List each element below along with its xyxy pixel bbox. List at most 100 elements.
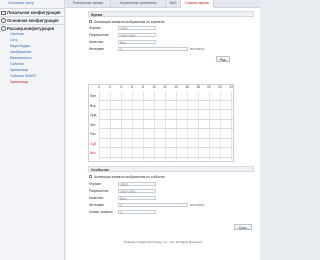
tab-snapshot[interactable]: Снимок экрана [181,0,214,8]
schedule-day-row[interactable] [99,109,233,110]
schedule-day-label: Пон [90,94,97,98]
schedule-hour-label: 8 [142,85,144,89]
edit-schedule-button[interactable]: Ред. [216,56,230,62]
interval-input[interactable]: 0 [118,46,188,52]
interval-label: Интервал [89,47,105,51]
chevron-right-icon: › [13,32,14,36]
schedule-panel-title: Время [88,11,254,17]
event-interval-input[interactable]: 0 [118,202,188,208]
event-format-select[interactable]: JPEG [118,181,156,187]
schedule-day-row[interactable] [99,99,233,101]
gear-icon [1,26,6,32]
gear-icon [1,18,6,24]
event-capture-label: Активация захвата изображения по событию [94,174,165,179]
event-quality-label: Качество [89,196,104,200]
quality-label: Качество [89,40,104,44]
schedule-day-label: Втр [90,103,96,108]
schedule-grid-vline [209,91,210,161]
sidebar-item-system[interactable]: › Система [10,32,24,38]
sidebar: Основные настр. Локальная конфигурация О… [0,0,65,260]
chevron-right-icon: › [13,50,14,54]
schedule-hour-label: 2 [109,85,111,89]
event-panel-title: Особытие [88,166,254,172]
schedule-grid-vline [99,91,100,161]
event-resolution-select[interactable]: 1920*1080 [118,188,156,194]
schedule-day-label: Пят [90,132,96,136]
sidebar-item-smart-events[interactable]: › События SMART [10,74,37,80]
chevron-right-icon: › [13,68,14,72]
schedule-day-label: Чет [90,122,96,127]
schedule-day-label: Вск [90,151,96,155]
event-format-label: Формат [89,182,102,186]
sidebar-section-advanced[interactable]: Расшир.конфигурация [1,25,54,32]
monitor-icon [1,10,6,16]
schedule-grid-vline [165,91,166,161]
interval-unit: миллисек. [190,47,206,51]
schedule-hour-label: 20 [207,85,211,89]
schedule-hour-label: 0 [98,85,100,89]
schedule-grid[interactable]: 0 2 4 6 8 10 12 14 16 18 20 22 24 Пон Втр Срд Чет Пят Суб В… [88,84,234,162]
schedule-day-label: Суб [90,141,97,146]
schedule-grid-vline [110,91,111,161]
chevron-right-icon: › [13,62,14,66]
sidebar-section-basic[interactable]: Основная конфигурация [1,17,59,24]
event-interval-label: Интервал [89,203,105,207]
schedule-day-row[interactable] [99,128,233,129]
tab-storage-management[interactable]: Управление хранением [111,0,166,7]
chevron-right-icon: › [13,44,14,48]
chevron-right-icon: › [13,38,14,42]
quality-select[interactable]: Выс. [118,39,156,45]
sidebar-item-events[interactable]: › События [10,62,24,68]
event-quality-select[interactable]: Выс. [118,195,156,201]
schedule-hour-label: 18 [196,85,200,89]
schedule-hour-label: 24 [229,85,233,89]
timing-capture-checkbox[interactable] [89,20,92,23]
schedule-hour-label: 10 [152,85,156,89]
schedule-hour-label: 14 [174,85,178,89]
resolution-select[interactable]: 1920*1080 [118,32,156,38]
sidebar-sub-basic[interactable]: Основные настр. [8,1,35,6]
schedule-grid-vline [231,91,232,161]
schedule-hour-label: 16 [185,85,189,89]
format-select[interactable]: JPEG [118,25,156,31]
sidebar-item-image[interactable]: › Изображение [10,50,31,56]
copyright-footer: ©Hikvision Digital Technology Co., Ltd. … [123,240,203,244]
event-resolution-label: Разрешение [89,189,109,193]
schedule-grid-vline [220,91,221,161]
chevron-right-icon: › [13,80,14,84]
schedule-grid-vline [198,91,199,161]
schedule-day-label: Срд [90,113,97,117]
schedule-hour-label: 12 [163,85,167,89]
timing-capture-label: Активация захвата изображения по времени [94,19,165,24]
schedule-grid-vline [132,91,133,161]
chevron-right-icon: › [13,74,14,78]
format-label: Формат [89,26,102,30]
tab-nas[interactable]: NAS [166,0,181,7]
tab-record-schedule[interactable]: Расписание записи [66,0,111,7]
schedule-day-row[interactable] [99,118,233,120]
schedule-grid-vline [143,91,144,161]
schedule-day-row[interactable] [99,137,233,139]
sidebar-item-network[interactable]: › Сеть [10,38,18,44]
sidebar-item-storage[interactable]: › Хранилище [10,68,28,74]
schedule-hour-label: 4 [120,85,122,89]
capture-number-select[interactable]: 4 [118,209,156,215]
tab-bar: Расписание записи Управление хранением N… [66,0,260,8]
schedule-grid-vline [121,91,122,161]
save-button[interactable]: Сохр. [234,224,252,230]
chevron-right-icon: › [13,56,14,60]
sidebar-section-local[interactable]: Локальная конфигурация [1,9,60,16]
event-interval-unit: миллисек. [190,203,206,207]
event-capture-checkbox[interactable] [89,175,92,178]
schedule-hour-label: 6 [131,85,133,89]
resolution-label: Разрешение [89,33,109,37]
schedule-grid-vline [154,91,155,161]
schedule-day-row[interactable] [99,147,233,148]
schedule-day-row[interactable] [99,156,233,158]
schedule-hour-label: 22 [218,85,222,89]
sidebar-item-security[interactable]: › Безопасность [10,56,32,62]
schedule-grid-vline [176,91,177,161]
sidebar-item-storage-active[interactable]: › Хранилище [10,80,28,86]
main-content: Расписание записи Управление хранением N… [66,0,260,260]
sidebar-item-video-audio[interactable]: › Видео/Аудио [10,44,30,50]
